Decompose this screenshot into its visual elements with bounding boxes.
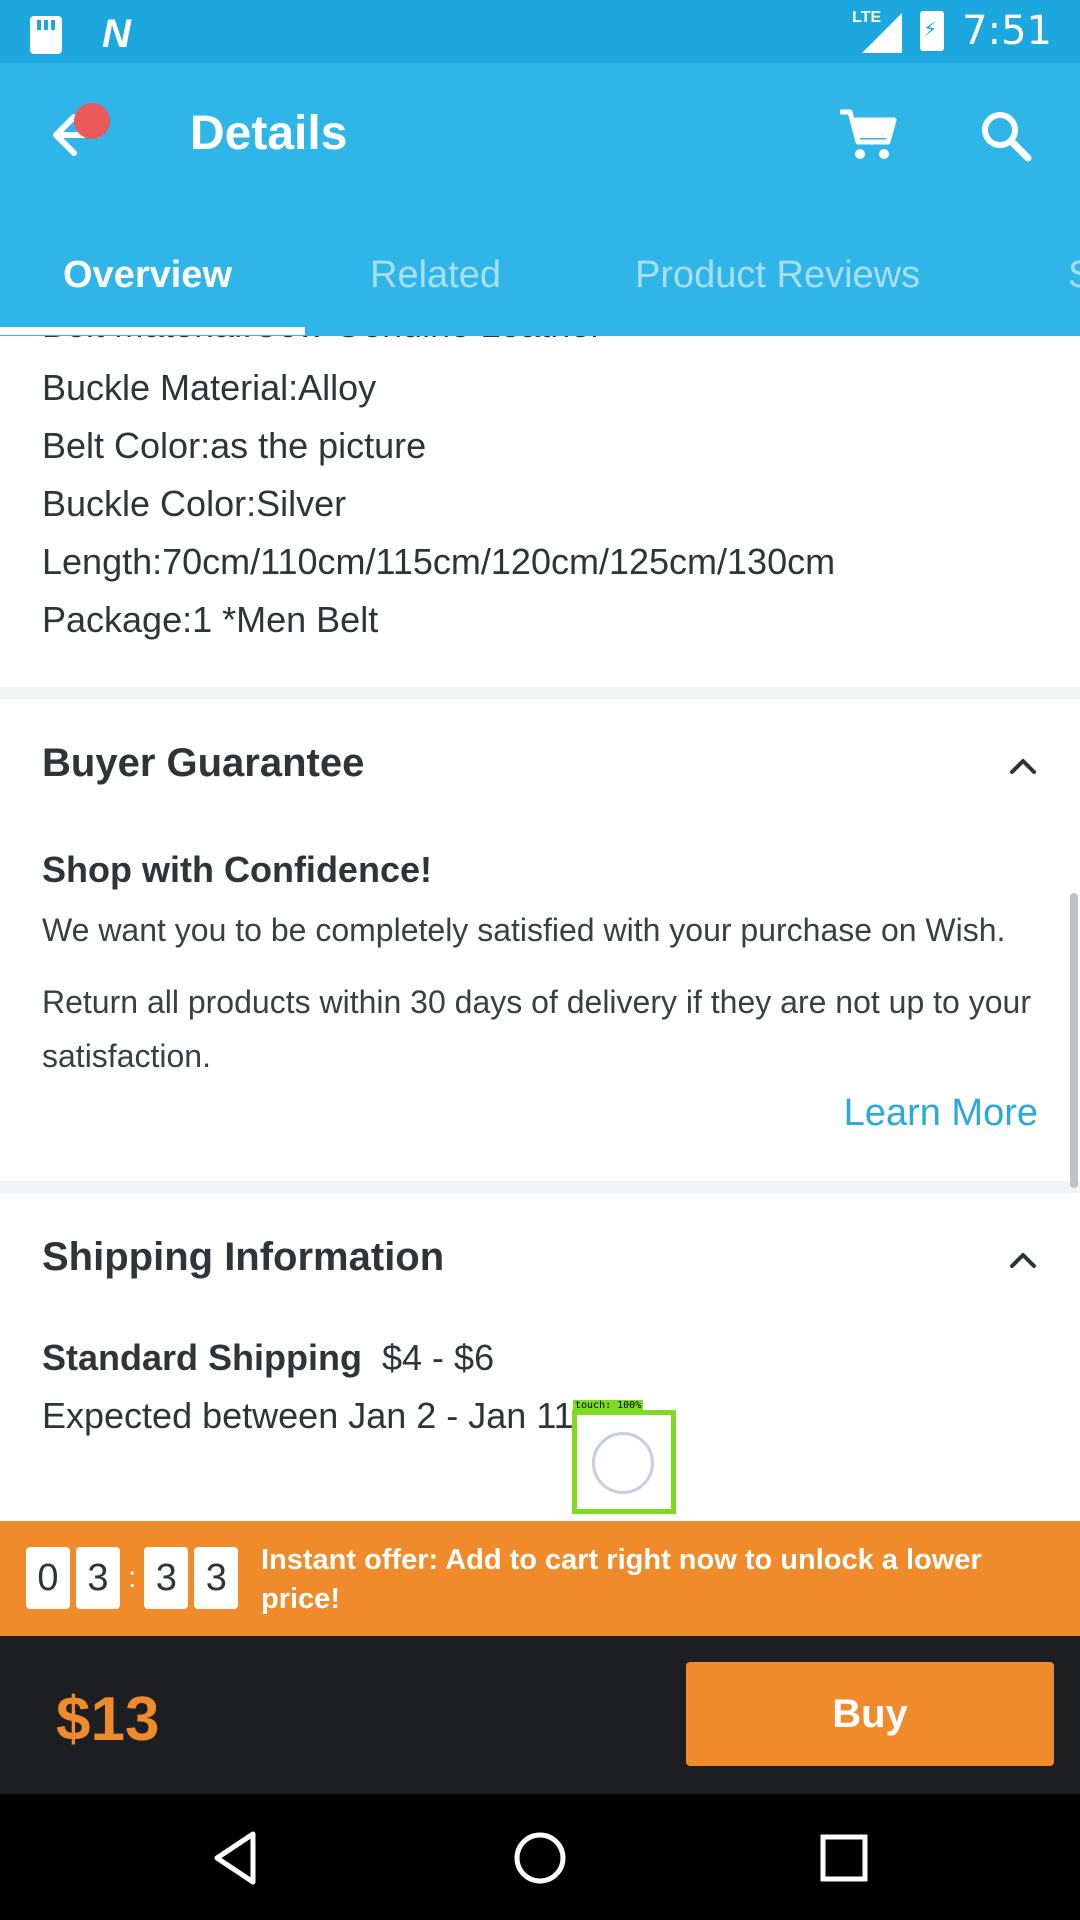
tab-more[interactable]: S <box>1068 240 1080 336</box>
offer-text: Instant offer: Add to cart right now to … <box>261 1544 982 1615</box>
touch-circle <box>592 1432 654 1494</box>
search-icon <box>982 112 1032 162</box>
spec-line-cut: Belt Material:Cow Genuine Leather <box>0 336 602 348</box>
spec-line: Package:1 *Men Belt <box>42 599 379 640</box>
page-title: Details <box>190 107 348 160</box>
search-button[interactable] <box>978 108 1034 164</box>
details-content: Belt Material:Cow Genuine Leather Buckle… <box>0 336 1080 1445</box>
guarantee-subtitle: Shop with Confidence! <box>42 849 432 890</box>
product-price: $13 <box>56 1685 160 1754</box>
timer-digit: 3 <box>194 1547 239 1609</box>
nav-home-icon[interactable] <box>508 1826 572 1890</box>
shipping-price: $4 - $6 <box>382 1337 495 1378</box>
timer-colon: : <box>128 1561 137 1594</box>
chevron-up-icon <box>1010 1253 1036 1268</box>
touch-label: touch: 100% <box>573 1400 644 1411</box>
cart-button[interactable] <box>838 108 898 164</box>
guarantee-paragraph: We want you to be completely satisfied w… <box>42 912 1006 948</box>
section-title: Shipping Information <box>42 1235 445 1279</box>
shipping-method: Standard Shipping <box>42 1337 362 1378</box>
spec-line: Belt Color:as the picture <box>42 425 427 466</box>
shipping-standard-row: Standard Shipping $4 - $6 <box>0 1329 1080 1387</box>
buy-bar: $13 Buy <box>0 1636 1080 1794</box>
tab-product-reviews[interactable]: Product Reviews <box>635 240 920 336</box>
shipping-header[interactable]: Shipping Information <box>0 1193 1080 1313</box>
spec-line: Length:70cm/110cm/115cm/120cm/125cm/130c… <box>42 541 836 582</box>
sd-card-icon <box>30 15 62 54</box>
guarantee-paragraph: Return all products within 30 days of de… <box>42 984 1031 1074</box>
shipping-expected: Expected between Jan 2 - Jan 11 <box>42 1395 574 1436</box>
section-divider <box>0 687 1080 699</box>
scrollbar[interactable] <box>1070 893 1078 1188</box>
cart-icon <box>840 109 897 159</box>
tab-overview[interactable]: Overview <box>63 240 232 336</box>
section-title: Buyer Guarantee <box>42 741 365 785</box>
status-bar: N LTE 7:51 <box>0 0 1080 63</box>
section-divider <box>0 1181 1080 1193</box>
tab-indicator <box>0 327 305 335</box>
tab-bar: Overview Related Product Reviews S <box>0 240 1080 336</box>
buy-button[interactable]: Buy <box>686 1662 1054 1766</box>
timer-digit: 3 <box>144 1547 189 1609</box>
status-time: 7:51 <box>962 8 1052 54</box>
nav-recents-icon[interactable] <box>812 1826 876 1890</box>
notification-dot <box>74 103 110 139</box>
timer-digit: 3 <box>76 1547 120 1609</box>
tab-related[interactable]: Related <box>370 240 501 336</box>
system-nav-bar <box>0 1794 1080 1920</box>
learn-more-link[interactable]: Learn More <box>0 1083 1080 1143</box>
buyer-guarantee-header[interactable]: Buyer Guarantee <box>0 699 1080 819</box>
signal-icon: LTE <box>852 9 903 53</box>
battery-icon <box>920 11 945 51</box>
timer-digit: 0 <box>26 1547 70 1609</box>
spec-line: Buckle Material:Alloy <box>42 367 377 408</box>
nav-back-icon[interactable] <box>205 1826 269 1890</box>
countdown-timer: 0 3 : 3 3 <box>26 1547 239 1609</box>
chevron-up-icon <box>1010 759 1036 774</box>
notification-n-icon: N <box>102 12 131 56</box>
instant-offer-bar[interactable]: 0 3 : 3 3 Instant offer: Add to cart rig… <box>0 1521 1080 1636</box>
spec-line: Buckle Color:Silver <box>42 483 347 524</box>
